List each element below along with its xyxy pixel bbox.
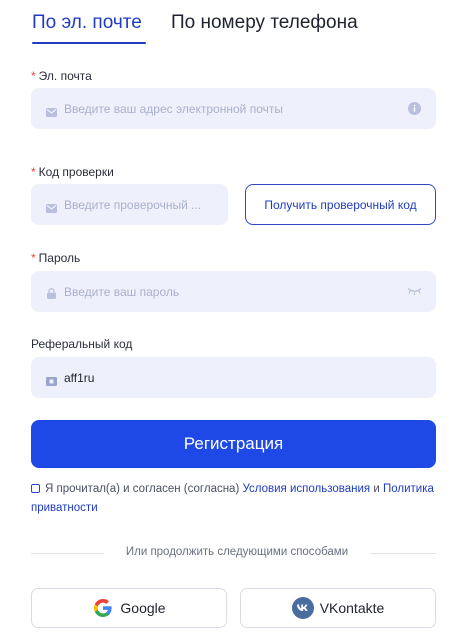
- referral-field[interactable]: aff1ru: [31, 357, 436, 398]
- envelope-icon: [46, 200, 57, 213]
- password-label: * Пароль: [31, 251, 80, 265]
- terms-link[interactable]: Условия использования: [243, 483, 371, 495]
- google-label: Google: [120, 600, 166, 616]
- referral-label: Реферальный код: [31, 337, 133, 351]
- ticket-icon: [46, 373, 57, 386]
- divider-text: Или продолжить следующими способами: [104, 546, 370, 558]
- agreement-checkbox[interactable]: [31, 484, 40, 493]
- code-placeholder: Введите проверочный ...: [64, 197, 202, 212]
- password-label-text: Пароль: [38, 251, 81, 265]
- eye-closed-icon[interactable]: [407, 287, 422, 295]
- get-code-button[interactable]: Получить проверочный код: [245, 184, 436, 225]
- google-login-button[interactable]: Google: [31, 588, 227, 628]
- required-mark: *: [31, 251, 36, 265]
- agreement-statement: Я прочитал(а) и согласен (согласна): [45, 483, 240, 495]
- tab-email[interactable]: По эл. почте: [32, 12, 142, 34]
- agreement-text: Я прочитал(а) и согласен (согласна) Усло…: [31, 480, 436, 518]
- email-label: * Эл. почта: [31, 69, 92, 83]
- required-mark: *: [31, 69, 36, 83]
- email-placeholder: Введите ваш адрес электронной почты: [64, 101, 283, 116]
- info-icon[interactable]: [408, 102, 421, 115]
- code-label: * Код проверки: [31, 165, 114, 179]
- referral-value: aff1ru: [64, 370, 95, 385]
- lock-icon: [46, 286, 57, 299]
- password-field[interactable]: Введите ваш пароль: [31, 271, 436, 312]
- email-field[interactable]: Введите ваш адрес электронной почты: [31, 88, 436, 129]
- envelope-icon: [46, 104, 57, 117]
- email-label-text: Эл. почта: [38, 69, 92, 83]
- password-placeholder: Введите ваш пароль: [64, 284, 180, 299]
- required-mark: *: [31, 165, 36, 179]
- vk-label: VKontakte: [319, 600, 385, 616]
- agreement-conjunction: и: [373, 483, 380, 495]
- vk-login-button[interactable]: VKontakte: [240, 588, 436, 628]
- vk-icon: [291, 597, 314, 619]
- code-label-text: Код проверки: [38, 165, 114, 179]
- active-tab-indicator: [32, 42, 146, 44]
- tab-phone[interactable]: По номеру телефона: [171, 12, 358, 34]
- register-button[interactable]: Регистрация: [31, 420, 436, 468]
- google-icon: [92, 597, 114, 619]
- code-field[interactable]: Введите проверочный ...: [31, 184, 228, 225]
